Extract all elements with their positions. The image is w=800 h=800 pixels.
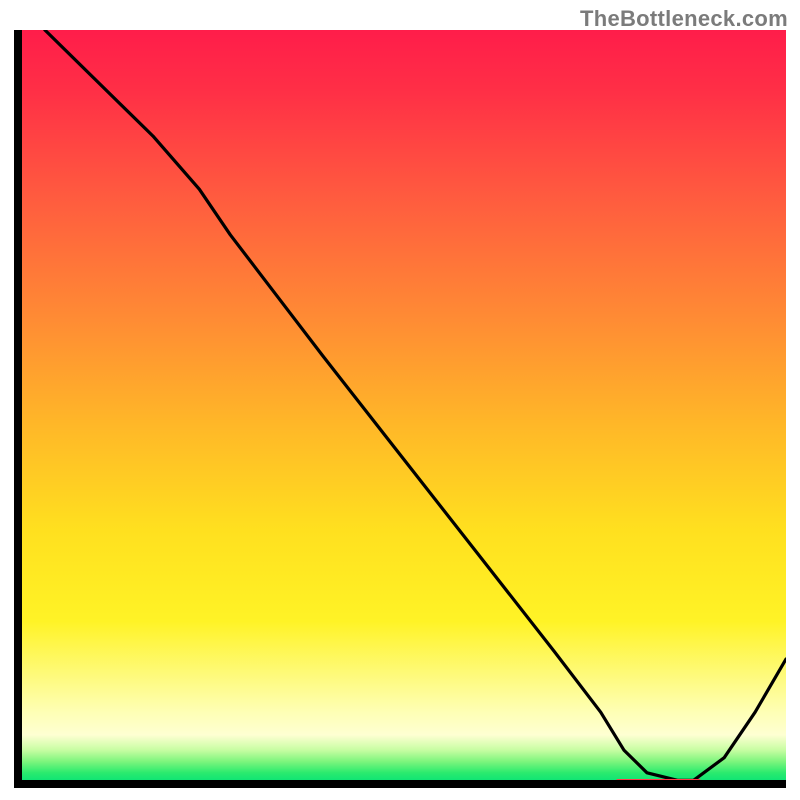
x-axis bbox=[14, 780, 786, 788]
curve-path bbox=[45, 30, 786, 780]
curve-layer bbox=[14, 30, 786, 788]
y-axis bbox=[14, 30, 22, 788]
chart-container: TheBottleneck.com bbox=[0, 0, 800, 800]
plot-inner bbox=[14, 30, 786, 788]
watermark-label: TheBottleneck.com bbox=[580, 6, 788, 32]
plot-area bbox=[14, 30, 786, 788]
